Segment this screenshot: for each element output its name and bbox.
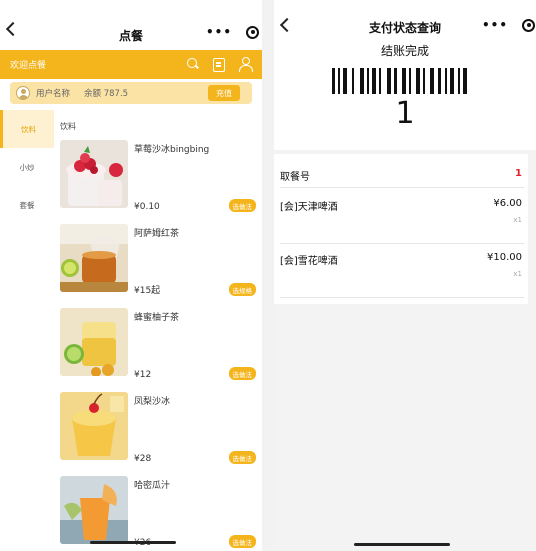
product-price: ¥0.10 (134, 202, 160, 212)
choose-option-button[interactable]: 选做法 (228, 199, 256, 212)
order-item-row: [会]天津啤酒 ¥6.00 x1 (280, 198, 524, 244)
product-name: 草莓沙冰bingbing (134, 145, 210, 155)
pickup-value: 1 (515, 168, 522, 179)
product-image (60, 476, 128, 544)
section-title: 饮料 (60, 122, 76, 131)
product-item[interactable]: 凤梨沙冰 ¥28 选做法 (60, 392, 256, 464)
product-name: 哈密瓜汁 (134, 481, 171, 491)
recharge-button[interactable]: 充值 (208, 85, 240, 101)
category-set-meal[interactable]: 套餐 (0, 186, 54, 224)
product-image (60, 140, 128, 208)
divider (262, 0, 274, 551)
mini-program-capsule: ••• (482, 15, 536, 35)
category-drinks[interactable]: 饮料 (0, 110, 54, 148)
user-card: 用户名称 余额 787.5 充值 (10, 82, 252, 104)
avatar (16, 86, 30, 100)
choose-option-button[interactable]: 选做法 (228, 535, 256, 548)
item-quantity: x1 (513, 270, 522, 278)
user-icon[interactable] (238, 57, 253, 72)
welcome-text: 欢迎点餐 (10, 61, 47, 71)
product-name: 蜂蜜柚子茶 (134, 313, 180, 323)
choose-option-button[interactable]: 选做法 (228, 367, 256, 380)
welcome-bar: 欢迎点餐 (0, 50, 262, 79)
home-indicator (90, 541, 176, 544)
more-icon[interactable]: ••• (206, 25, 232, 39)
close-target-icon[interactable] (246, 25, 260, 39)
product-item[interactable]: 草莓沙冰bingbing ¥0.10 选做法 (60, 140, 256, 212)
more-icon[interactable]: ••• (482, 18, 508, 32)
item-name: [会]雪花啤酒 (280, 256, 338, 267)
order-details-card: 取餐号 1 [会]天津啤酒 ¥6.00 x1 [会]雪花啤酒 ¥10.00 x1 (274, 154, 528, 304)
product-item[interactable]: 哈密瓜汁 ¥26 选做法 (60, 476, 256, 548)
product-image (60, 224, 128, 292)
search-icon[interactable] (186, 57, 200, 71)
mini-program-capsule: ••• (206, 22, 260, 42)
pickup-label: 取餐号 (280, 172, 310, 183)
product-price: ¥15起 (134, 286, 161, 296)
category-stir-fry[interactable]: 小炒 (0, 148, 54, 186)
status-header: 支付状态查询 ••• 结账完成 1 (274, 0, 536, 150)
order-screen: 点餐 ••• 欢迎点餐 用户名称 余额 787.5 充值 饮料 小炒 套餐 饮料 (0, 0, 262, 551)
product-image (60, 308, 128, 376)
item-quantity: x1 (513, 216, 522, 224)
product-name: 阿萨姆红茶 (134, 229, 180, 239)
item-price: ¥6.00 (493, 198, 522, 209)
product-price: ¥12 (134, 370, 152, 380)
barcode-image (332, 68, 467, 94)
item-price: ¥10.00 (487, 252, 522, 263)
order-list-icon[interactable] (212, 57, 226, 72)
home-indicator (354, 543, 450, 546)
balance: 余额 787.5 (84, 89, 129, 99)
nav-bar: 点餐 ••• (0, 0, 262, 48)
pickup-row: 取餐号 1 (280, 168, 524, 188)
category-sidebar: 饮料 小炒 套餐 (0, 110, 54, 551)
nav-bar: 支付状态查询 ••• (274, 0, 536, 48)
item-name: [会]天津啤酒 (280, 202, 338, 213)
status-text: 结账完成 (380, 44, 429, 58)
product-name: 凤梨沙冰 (134, 397, 171, 407)
product-item[interactable]: 蜂蜜柚子茶 ¥12 选做法 (60, 308, 256, 380)
order-item-row: [会]雪花啤酒 ¥10.00 x1 (280, 252, 524, 298)
product-image (60, 392, 128, 460)
pickup-number-large: 1 (395, 96, 415, 131)
choose-option-button[interactable]: 选做法 (228, 451, 256, 464)
product-price: ¥28 (134, 454, 152, 464)
choose-option-button[interactable]: 选规格 (228, 283, 256, 296)
payment-status-screen: 支付状态查询 ••• 结账完成 1 取餐号 1 [会]天津啤酒 ¥6.00 x1… (274, 0, 536, 551)
close-target-icon[interactable] (522, 18, 536, 32)
product-item[interactable]: 阿萨姆红茶 ¥15起 选规格 (60, 224, 256, 296)
user-name: 用户名称 (36, 89, 71, 99)
